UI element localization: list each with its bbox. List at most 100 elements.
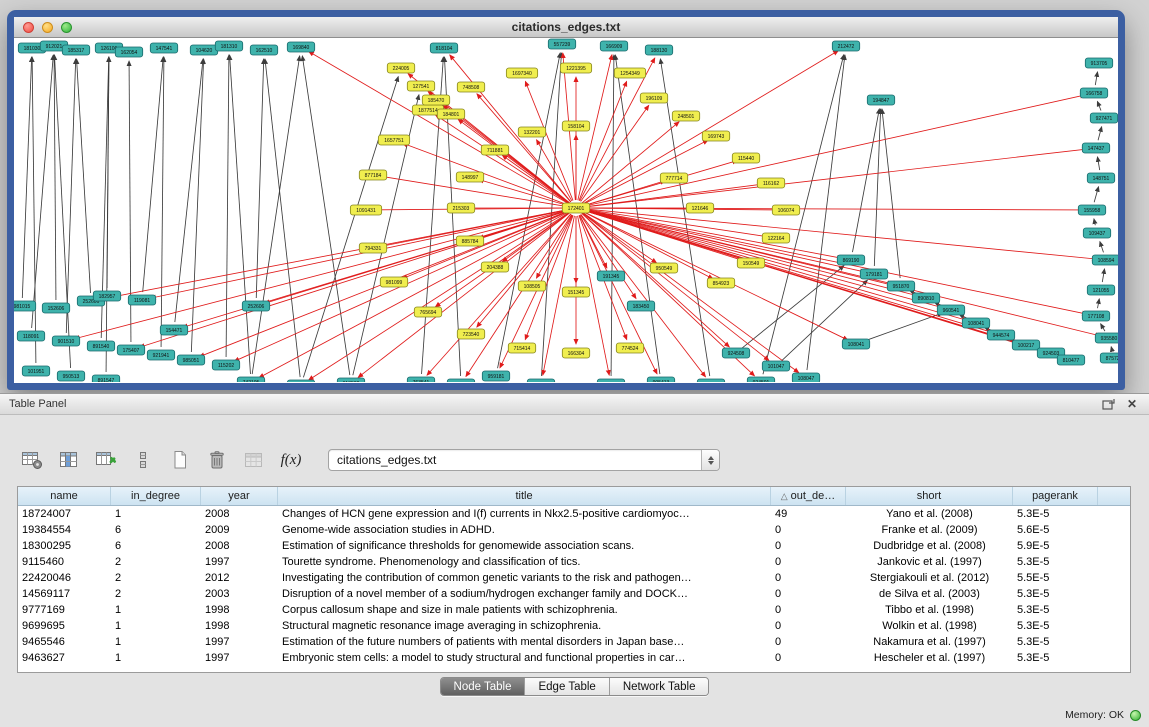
table-cell[interactable]: 0 [771,524,846,536]
function-builder-icon[interactable]: f(x) [277,447,305,473]
table-cell[interactable]: 1997 [201,652,278,664]
show-columns-icon[interactable] [55,447,83,473]
column-header-year[interactable]: year [201,487,278,505]
table-cell[interactable]: 2009 [201,524,278,536]
zoom-window-button[interactable] [61,22,72,33]
table-cell[interactable]: 0 [771,572,846,584]
window-titlebar[interactable]: citations_edges.txt [14,17,1118,38]
table-cell[interactable]: 5.3E-5 [1013,620,1098,632]
table-cell[interactable]: 0 [771,652,846,664]
table-cell[interactable]: 18724007 [18,508,111,520]
network-canvas[interactable]: 1724011254349122139516973407485081877514… [14,38,1118,382]
table-cell[interactable]: de Silva et al. (2003) [846,588,1013,600]
table-cell[interactable]: 5.5E-5 [1013,572,1098,584]
table-cell[interactable]: 0 [771,620,846,632]
table-row[interactable]: 911546021997Tourette syndrome. Phenomeno… [18,554,1130,570]
import-table-icon[interactable] [240,447,268,473]
column-header-in_degree[interactable]: in_degree [111,487,201,505]
table-cell[interactable]: Structural magnetic resonance image aver… [278,620,771,632]
table-cell[interactable]: 49 [771,508,846,520]
table-cell[interactable]: 2008 [201,540,278,552]
table-cell[interactable]: 1 [111,508,201,520]
table-cell[interactable]: 18300295 [18,540,111,552]
table-cell[interactable]: 19384554 [18,524,111,536]
table-cell[interactable]: 2 [111,556,201,568]
network-canvas-area[interactable]: 1724011254349122139516973407485081877514… [14,38,1118,382]
table-cell[interactable]: 2 [111,572,201,584]
table-cell[interactable]: 9699695 [18,620,111,632]
table-row[interactable]: 1872400712008Changes of HCN gene express… [18,506,1130,522]
table-cell[interactable]: 5.3E-5 [1013,508,1098,520]
table-cell[interactable]: 1 [111,652,201,664]
table-selector-dropdown[interactable]: citations_edges.txt [328,449,720,471]
table-cell[interactable]: 9777169 [18,604,111,616]
table-cell[interactable]: Embryonic stem cells: a model to study s… [278,652,771,664]
table-cell[interactable]: 2012 [201,572,278,584]
table-cell[interactable]: 0 [771,636,846,648]
table-cell[interactable]: Franke et al. (2009) [846,524,1013,536]
close-window-button[interactable] [23,22,34,33]
table-cell[interactable]: Tourette syndrome. Phenomenology and cla… [278,556,771,568]
column-header-name[interactable]: name [18,487,111,505]
table-cell[interactable]: Dudbridge et al. (2008) [846,540,1013,552]
table-cell[interactable]: Genome-wide association studies in ADHD. [278,524,771,536]
graph-node[interactable] [287,380,314,382]
table-cell[interactable]: 5.3E-5 [1013,636,1098,648]
column-header-pagerank[interactable]: pagerank [1013,487,1098,505]
table-cell[interactable]: Estimation of the future numbers of pati… [278,636,771,648]
table-row[interactable]: 946554611997Estimation of the future num… [18,634,1130,650]
table-cell[interactable]: 2 [111,588,201,600]
table-cell[interactable]: 1997 [201,636,278,648]
table-row[interactable]: 1456911722003Disruption of a novel membe… [18,586,1130,602]
table-cell[interactable]: 5.6E-5 [1013,524,1098,536]
table-cell[interactable]: 2003 [201,588,278,600]
new-column-icon[interactable] [92,447,120,473]
table-row[interactable]: 946362711997Embryonic stem cells: a mode… [18,650,1130,666]
table-cell[interactable]: Estimation of significance thresholds fo… [278,540,771,552]
table-cell[interactable]: 6 [111,540,201,552]
delete-icon[interactable] [203,447,231,473]
table-cell[interactable]: 1 [111,620,201,632]
table-cell[interactable]: Disruption of a novel member of a sodium… [278,588,771,600]
table-row[interactable]: 1938455462009Genome-wide association stu… [18,522,1130,538]
table-cell[interactable]: 22420046 [18,572,111,584]
table-cell[interactable]: 1998 [201,604,278,616]
table-cell[interactable]: 5.3E-5 [1013,604,1098,616]
table-cell[interactable]: 1 [111,636,201,648]
table-cell[interactable]: Changes of HCN gene expression and I(f) … [278,508,771,520]
table-cell[interactable]: 5.3E-5 [1013,588,1098,600]
table-cell[interactable]: 1998 [201,620,278,632]
table-cell[interactable]: Stergiakouli et al. (2012) [846,572,1013,584]
table-cell[interactable]: Wolkin et al. (1998) [846,620,1013,632]
table-cell[interactable]: Investigating the contribution of common… [278,572,771,584]
table-cell[interactable]: 1 [111,604,201,616]
table-row[interactable]: 969969511998Structural magnetic resonanc… [18,618,1130,634]
table-cell[interactable]: Jankovic et al. (1997) [846,556,1013,568]
table-cell[interactable]: Hescheler et al. (1997) [846,652,1013,664]
tab-edge-table[interactable]: Edge Table [525,678,609,695]
table-cell[interactable]: Corpus callosum shape and size in male p… [278,604,771,616]
row-tools-icon[interactable] [129,447,157,473]
table-cell[interactable]: 9115460 [18,556,111,568]
tab-network-table[interactable]: Network Table [610,678,709,695]
table-row[interactable]: 2242004622012Investigating the contribut… [18,570,1130,586]
close-panel-icon[interactable]: ✕ [1124,396,1140,412]
table-cell[interactable]: 0 [771,540,846,552]
table-cell[interactable]: 9465546 [18,636,111,648]
table-row[interactable]: 977716911998Corpus callosum shape and si… [18,602,1130,618]
new-file-icon[interactable] [166,447,194,473]
table-cell[interactable]: 0 [771,556,846,568]
float-panel-icon[interactable] [1100,396,1116,412]
tab-node-table[interactable]: Node Table [441,678,526,695]
table-cell[interactable]: 14569117 [18,588,111,600]
table-cell[interactable]: 9463627 [18,652,111,664]
table-cell[interactable]: 0 [771,604,846,616]
table-cell[interactable]: Nakamura et al. (1997) [846,636,1013,648]
table-cell[interactable]: 1997 [201,556,278,568]
column-header-title[interactable]: title [278,487,771,505]
table-mode-icon[interactable] [18,447,46,473]
table-cell[interactable]: Tibbo et al. (1998) [846,604,1013,616]
table-cell[interactable]: 2008 [201,508,278,520]
table-cell[interactable]: 5.9E-5 [1013,540,1098,552]
minimize-window-button[interactable] [42,22,53,33]
